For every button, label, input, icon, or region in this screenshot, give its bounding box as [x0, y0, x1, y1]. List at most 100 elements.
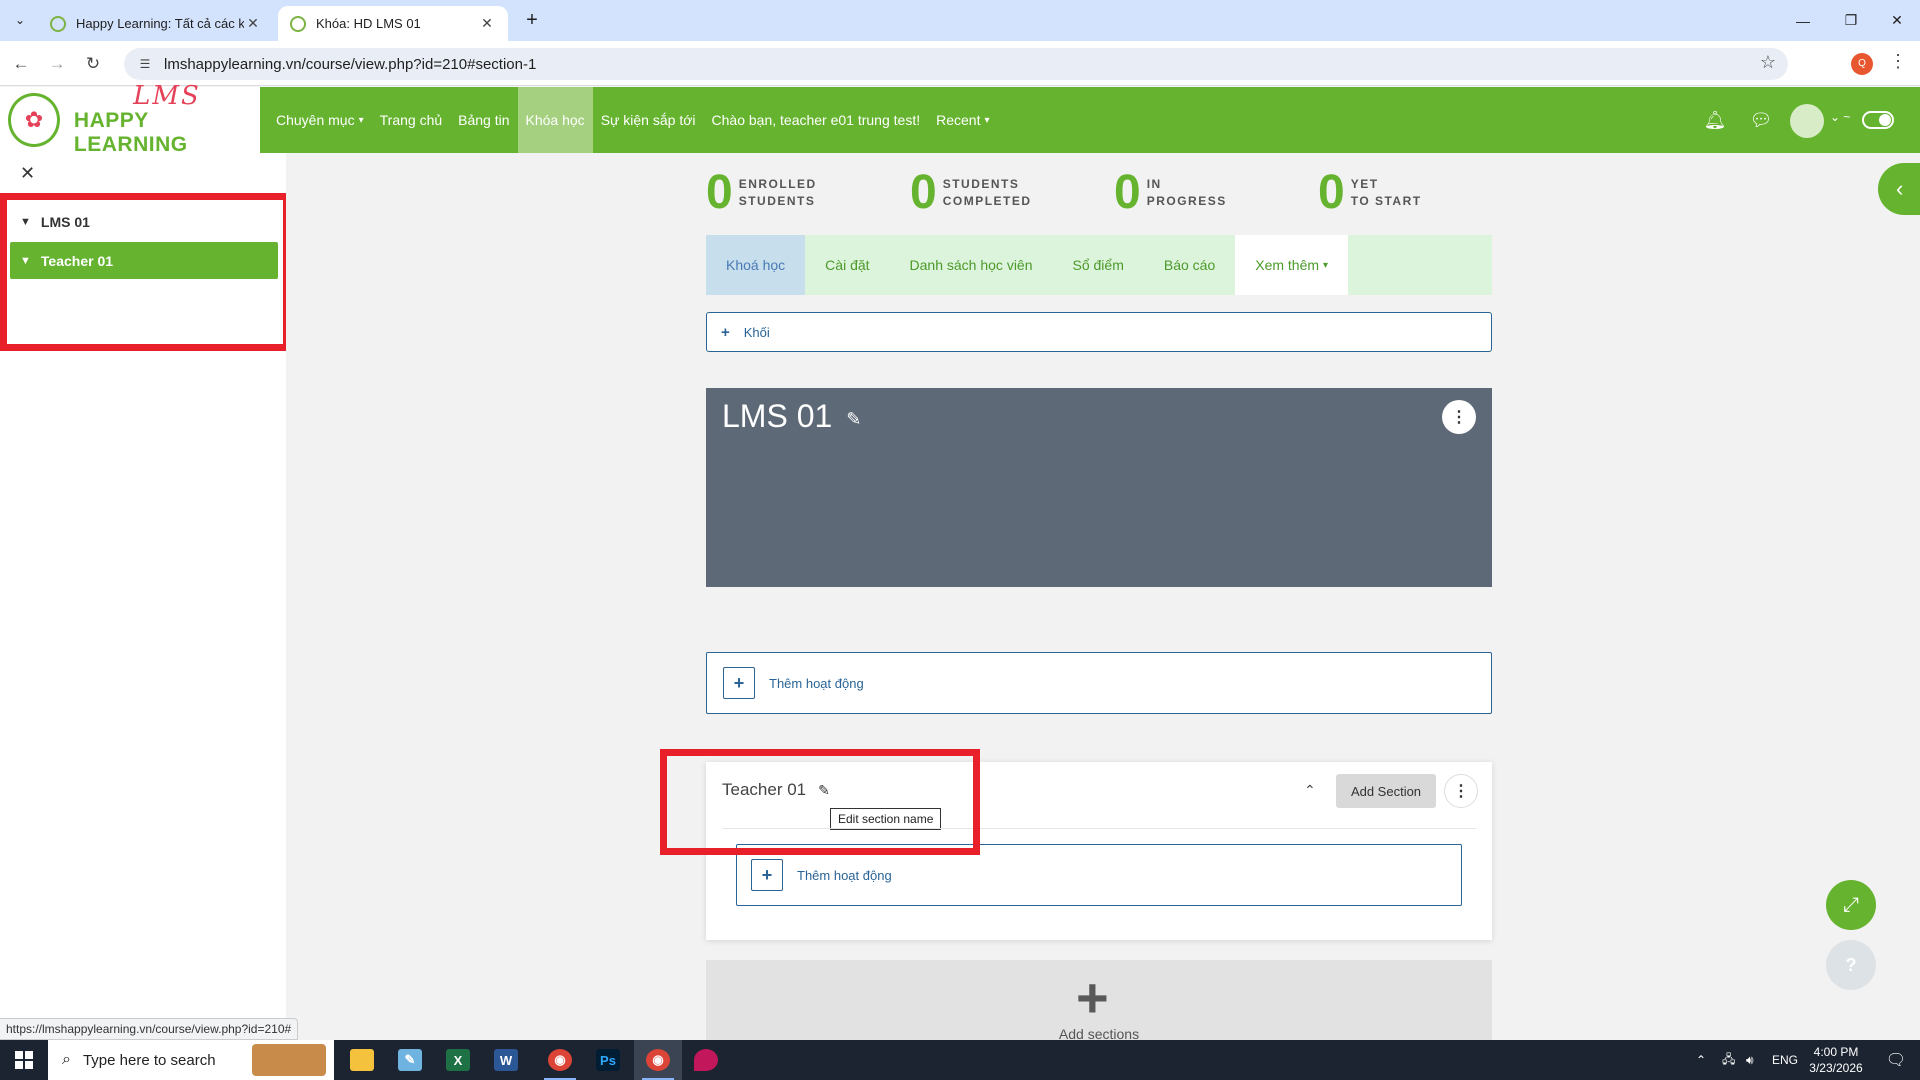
chevron-down-icon[interactable]: ▼ — [20, 255, 31, 267]
taskbar-app-notes[interactable]: ✎ — [386, 1040, 434, 1080]
add-section-button[interactable]: Add Section — [1336, 774, 1436, 808]
tab-more[interactable]: Xem thêm ▾ — [1235, 235, 1349, 295]
notification-center-icon[interactable]: 🗨︎ — [1876, 1040, 1916, 1080]
stat-yet-to-start: 0 YET TO START — [1318, 166, 1422, 219]
stat-enrolled: 0 ENROLLED STUDENTS — [706, 166, 817, 219]
chrome-icon: ◉ — [646, 1049, 670, 1071]
edit-mode-toggle[interactable] — [1862, 111, 1894, 129]
browser-menu-icon[interactable]: ⋮ — [1888, 51, 1908, 77]
profile-avatar[interactable]: Q — [1851, 53, 1873, 75]
nav-item-greeting[interactable]: Chào bạn, teacher e01 trung test! — [704, 87, 929, 153]
site-favicon-icon — [290, 15, 306, 32]
nav-item-recent[interactable]: Recent ▾ — [928, 87, 997, 153]
plus-icon: + — [723, 667, 755, 699]
tab-title: Happy Learning: Tất cả các khoá — [76, 16, 244, 31]
user-avatar[interactable] — [1790, 104, 1824, 138]
section-menu-button[interactable]: ⋮ — [1442, 400, 1476, 434]
photoshop-icon: Ps — [596, 1049, 620, 1071]
taskbar-word[interactable]: W — [482, 1040, 530, 1080]
nav-item-upcoming-events[interactable]: Sự kiện sắp tới — [593, 87, 704, 153]
logo-lms-text: LMS — [133, 81, 201, 111]
browser-tab-bar: ⌄ Happy Learning: Tất cả các khoá ✕ Khóa… — [0, 0, 1920, 41]
tab-course[interactable]: Khoá học — [706, 235, 806, 295]
nav-item-courses[interactable]: Khóa học — [517, 87, 593, 153]
course-index-item-lms-01[interactable]: ▼ LMS 01 — [10, 203, 278, 240]
add-block-button[interactable]: + Khối — [706, 312, 1492, 352]
tab-settings[interactable]: Cài đặt — [805, 235, 889, 295]
back-button[interactable]: ← — [8, 51, 34, 77]
site-info-icon[interactable]: ☰ — [136, 55, 154, 73]
nav-item-home[interactable]: Trang chủ — [372, 87, 451, 153]
logo-name-text: HAPPY LEARNING — [73, 109, 188, 156]
excel-icon: X — [446, 1049, 470, 1071]
tab-grades[interactable]: Sổ điểm — [1053, 235, 1144, 295]
help-question-icon[interactable]: ? — [1826, 940, 1876, 990]
chevron-up-icon[interactable]: ⌃ — [1304, 782, 1316, 799]
browser-toolbar: ← → ↻ ☰ lmshappylearning.vn/course/view.… — [0, 41, 1920, 86]
add-activity-button[interactable]: + Thêm hoạt động — [706, 652, 1492, 714]
network-icon[interactable]: 🖧︎ — [1722, 1040, 1735, 1080]
taskbar-clock[interactable]: 4:00 PM 3/23/2026 — [1800, 1044, 1872, 1076]
folder-icon — [350, 1049, 374, 1071]
site-logo[interactable]: ✿ LMS HAPPY LEARNING — [0, 83, 260, 156]
tab-reports[interactable]: Báo cáo — [1144, 235, 1235, 295]
reload-button[interactable]: ↻ — [80, 51, 106, 77]
close-window-button[interactable]: ✕ — [1874, 0, 1920, 41]
start-button[interactable] — [0, 1040, 48, 1080]
minimize-window-button[interactable]: — — [1780, 0, 1826, 41]
messages-chat-icon[interactable]: 💬︎ — [1748, 107, 1774, 133]
highlight-box-section-title — [660, 749, 980, 855]
plus-icon: + — [1076, 966, 1109, 1029]
show-hidden-icons[interactable]: ⌃ — [1696, 1040, 1706, 1080]
stat-completed: 0 STUDENTS COMPLETED — [910, 166, 1032, 219]
nav-item-categories[interactable]: Chuyên mục ▾ — [268, 87, 372, 153]
windows-taskbar: ⌕ Type here to search ✎ X W ◉ Ps ◉ ⌃ 🖧︎ … — [0, 1040, 1920, 1080]
taskbar-search[interactable]: ⌕ Type here to search — [48, 1040, 334, 1080]
section-menu-button[interactable]: ⋮ — [1444, 774, 1478, 808]
course-stats: 0 ENROLLED STUDENTS 0 STUDENTS COMPLETED 0… — [684, 153, 1508, 240]
close-drawer-icon[interactable]: ✕ — [20, 163, 35, 184]
bookmark-star-icon[interactable]: ☆ — [1760, 52, 1776, 73]
course-index-drawer: ✕ ▼ LMS 01 ▼ Teacher 01 — [0, 153, 290, 1040]
address-bar[interactable]: ☰ lmshappylearning.vn/course/view.php?id… — [124, 48, 1788, 80]
tab-participants[interactable]: Danh sách học viên — [890, 235, 1053, 295]
add-sections-button[interactable]: + Add sections — [706, 960, 1492, 1040]
search-icon: ⌕ — [62, 1051, 71, 1068]
taskbar-photoshop[interactable]: Ps — [584, 1040, 632, 1080]
taskbar-file-explorer[interactable] — [338, 1040, 386, 1080]
section-banner-lms-01: LMS 01 ✎ ⋮ — [706, 388, 1492, 587]
course-secondary-nav: Khoá học Cài đặt Danh sách học viên Sổ đ… — [706, 235, 1492, 295]
chevron-down-icon: ▾ — [1323, 259, 1329, 271]
chevron-down-icon: ▾ — [984, 114, 990, 126]
new-tab-button[interactable]: + — [520, 8, 544, 32]
taskbar-maps[interactable] — [682, 1040, 730, 1080]
course-index-item-teacher-01[interactable]: ▼ Teacher 01 — [10, 242, 278, 279]
restore-window-button[interactable]: ❐ — [1828, 0, 1874, 41]
word-icon: W — [494, 1049, 518, 1071]
taskbar-excel[interactable]: X — [434, 1040, 482, 1080]
edit-pencil-icon[interactable]: ✎ — [846, 409, 861, 430]
site-header: ✿ LMS HAPPY LEARNING Chuyên mục ▾ Trang c… — [0, 83, 1920, 156]
close-tab-icon[interactable]: ✕ — [244, 15, 262, 32]
volume-icon[interactable]: 🔊︎ — [1746, 1040, 1754, 1080]
tab-search-button[interactable]: ⌄ — [8, 8, 32, 32]
close-tab-icon[interactable]: ✕ — [478, 15, 496, 32]
browser-tab-course-view[interactable]: Khóa: HD LMS 01 ✕ — [278, 6, 508, 41]
chevron-down-icon[interactable]: ▼ — [20, 216, 31, 228]
stat-in-progress: 0 IN PROGRESS — [1114, 166, 1227, 219]
nav-item-dashboard[interactable]: Bảng tin — [450, 87, 517, 153]
language-indicator[interactable]: ENG — [1772, 1040, 1798, 1080]
forward-button[interactable]: → — [44, 51, 70, 77]
browser-tab-courses[interactable]: Happy Learning: Tất cả các khoá ✕ — [38, 6, 274, 41]
taskbar-chrome-profile[interactable]: ◉ — [634, 1040, 682, 1080]
search-highlight-image — [252, 1044, 326, 1076]
logo-emblem-icon: ✿ — [8, 93, 60, 147]
main-nav: Chuyên mục ▾ Trang chủ Bảng tin Khóa học … — [268, 87, 998, 153]
taskbar-chrome[interactable]: ◉ — [536, 1040, 584, 1080]
notifications-bell-icon[interactable]: 🔔︎ — [1702, 107, 1728, 133]
plus-icon: + — [751, 859, 783, 891]
chevron-down-icon: ▾ — [358, 114, 364, 126]
expand-icon[interactable]: ⤢ — [1826, 880, 1876, 930]
chevron-down-icon[interactable]: ⌄ ~ — [1830, 110, 1850, 124]
status-bar-url: https://lmshappylearning.vn/course/view.… — [0, 1018, 299, 1040]
